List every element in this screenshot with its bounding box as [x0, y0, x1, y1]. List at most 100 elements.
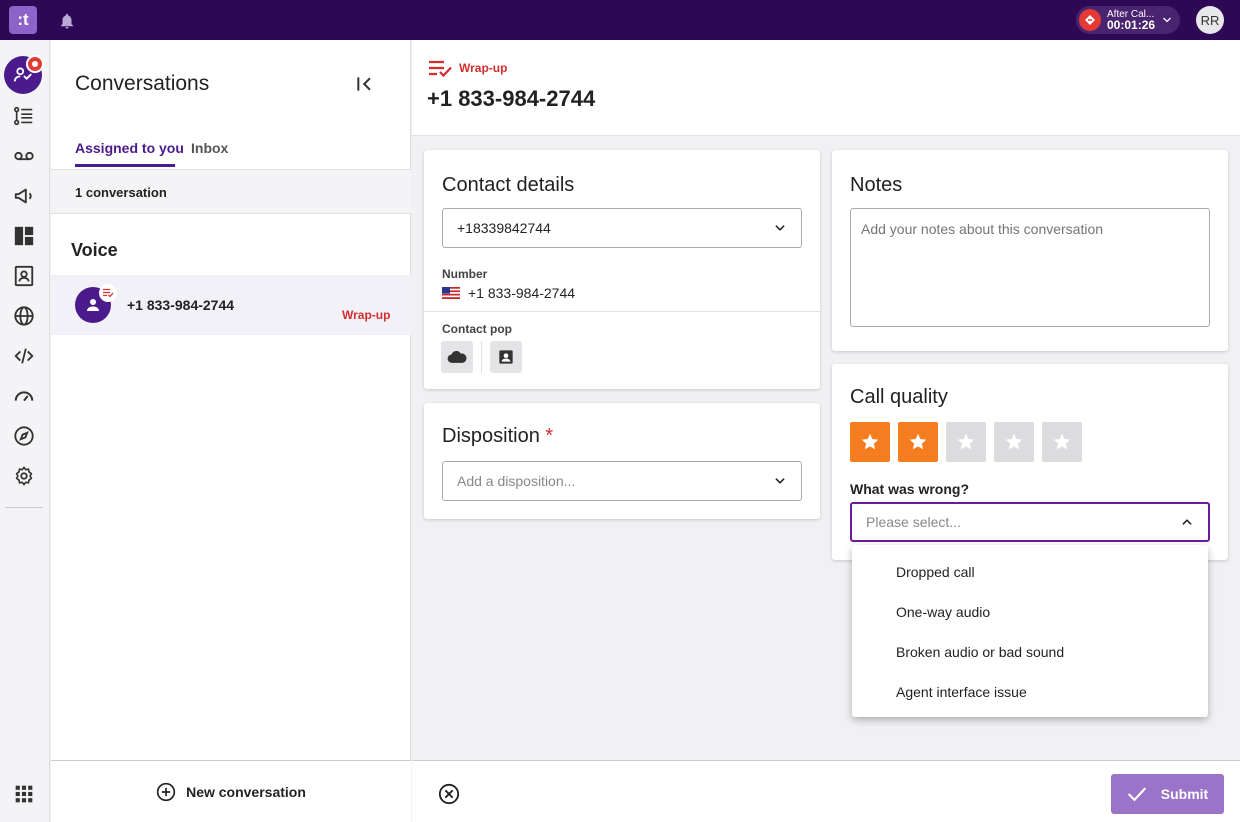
notification-badge	[26, 55, 44, 73]
rating-star-1[interactable]	[850, 422, 890, 462]
disposition-title-text: Disposition	[442, 425, 540, 447]
rating-star-2[interactable]	[898, 422, 938, 462]
tab-inbox[interactable]: Inbox	[191, 140, 228, 156]
settings-gear-icon	[15, 466, 33, 486]
contact-details-card: Contact details +18339842744 Number +1 8…	[424, 150, 820, 389]
conversations-panel: Conversations Assigned to you Inbox 1 co…	[51, 40, 411, 822]
app-logo[interactable]: :t	[9, 6, 37, 34]
issue-dropdown-menu: Dropped call One-way audio Broken audio …	[852, 545, 1208, 717]
contact-card-icon	[499, 350, 513, 364]
what-was-wrong-label: What was wrong?	[850, 481, 969, 497]
option-one-way-audio[interactable]: One-way audio	[896, 604, 990, 620]
salesforce-pop-button[interactable]	[441, 341, 473, 373]
top-bar: :t After Cal... 00:01:26 RR	[0, 0, 1240, 40]
new-conversation-label: New conversation	[186, 783, 306, 800]
rating-star-5[interactable]	[1042, 422, 1082, 462]
collapse-panel-icon[interactable]	[355, 74, 375, 94]
option-dropped-call[interactable]: Dropped call	[896, 564, 975, 580]
explore-compass-icon	[14, 426, 34, 446]
status-text: After Cal... 00:01:26	[1107, 9, 1155, 31]
add-circle-icon	[156, 782, 176, 801]
rating-star-4[interactable]	[994, 422, 1034, 462]
new-conversation-button[interactable]: New conversation	[51, 760, 411, 822]
rail-item-voicemail[interactable]	[12, 144, 36, 168]
tab-assigned-to-you[interactable]: Assigned to you	[75, 140, 184, 156]
agent-status-selector[interactable]: After Cal... 00:01:26	[1076, 6, 1180, 34]
rail-item-apps[interactable]	[12, 782, 36, 806]
rail-item-contacts[interactable]	[12, 264, 36, 288]
star-icon	[909, 433, 927, 450]
chevron-down-icon	[775, 478, 785, 484]
chevron-down-icon	[775, 225, 785, 231]
contact-details-title: Contact details	[442, 174, 575, 196]
contact-select[interactable]: +18339842744	[442, 208, 802, 248]
divider	[424, 311, 820, 312]
disposition-placeholder: Add a disposition...	[457, 473, 576, 489]
conversation-status: Wrap-up	[342, 308, 391, 322]
issue-select-placeholder: Please select...	[866, 514, 961, 530]
star-icon	[1005, 433, 1023, 450]
cloud-icon	[447, 351, 467, 363]
rail-item-performance[interactable]	[12, 384, 36, 408]
user-avatar[interactable]: RR	[1196, 6, 1224, 34]
call-quality-card: Call quality What was wrong? Please sele…	[832, 364, 1228, 560]
wrap-up-status: Wrap-up	[459, 61, 508, 75]
disposition-select[interactable]: Add a disposition...	[442, 461, 802, 501]
status-timer: 00:01:26	[1107, 18, 1156, 32]
star-icon	[861, 433, 879, 450]
us-flag-icon	[442, 287, 460, 299]
conversation-list-item[interactable]: +1 833-984-2744 Wrap-up	[51, 275, 411, 335]
disposition-title: Disposition *	[442, 425, 553, 448]
contact-pop-label: Contact pop	[442, 322, 512, 336]
wrap-up-icon	[429, 60, 452, 78]
notes-textarea[interactable]	[850, 208, 1210, 327]
divider	[481, 341, 482, 373]
number-value-row: +1 833-984-2744	[442, 285, 575, 301]
star-icon	[957, 433, 975, 450]
issue-select[interactable]: Please select...	[850, 502, 1210, 542]
notes-card: Notes	[832, 150, 1228, 351]
contact-card-pop-button[interactable]	[490, 341, 522, 373]
rail-divider	[5, 507, 43, 508]
rail-item-settings[interactable]	[12, 464, 36, 488]
navigation-rail	[0, 40, 50, 822]
performance-gauge-icon	[14, 391, 34, 402]
active-tab-indicator	[75, 164, 175, 167]
conversation-header: Wrap-up +1 833-984-2744	[412, 40, 1240, 136]
campaigns-icon	[14, 188, 32, 204]
disposition-card: Disposition * Add a disposition...	[424, 403, 820, 519]
rail-item-campaigns[interactable]	[12, 184, 36, 208]
tasks-list-icon	[14, 106, 33, 126]
rail-item-explore[interactable]	[12, 424, 36, 448]
star-icon	[1053, 433, 1071, 450]
option-broken-audio[interactable]: Broken audio or bad sound	[896, 644, 1064, 660]
wrap-up-badge	[99, 284, 117, 302]
contacts-icon	[14, 265, 34, 287]
option-agent-interface-issue[interactable]: Agent interface issue	[896, 684, 1027, 700]
action-footer: Submit	[412, 760, 1240, 822]
conversation-count: 1 conversation	[51, 169, 411, 214]
submit-button[interactable]: Submit	[1111, 774, 1224, 814]
number-label: Number	[442, 267, 488, 281]
close-circle-icon[interactable]	[438, 783, 460, 805]
bell-icon[interactable]	[58, 12, 76, 30]
rail-item-dashboard[interactable]	[12, 224, 36, 248]
submit-label: Submit	[1160, 786, 1209, 802]
notes-title: Notes	[850, 174, 903, 196]
number-value: +1 833-984-2744	[468, 285, 576, 301]
rail-item-tasks[interactable]	[12, 104, 36, 128]
code-icon	[14, 348, 34, 364]
status-indicator-icon	[1079, 9, 1101, 31]
wrap-up-icon	[103, 288, 114, 298]
rail-item-globe[interactable]	[12, 304, 36, 328]
person-icon	[87, 299, 99, 311]
voicemail-icon	[14, 151, 34, 161]
chevron-down-icon	[1163, 17, 1171, 23]
globe-icon	[14, 306, 34, 326]
chevron-up-icon	[1182, 519, 1192, 525]
conversation-number: +1 833-984-2744	[127, 297, 235, 313]
call-quality-title: Call quality	[850, 386, 948, 408]
rail-item-developer[interactable]	[12, 344, 36, 368]
rating-star-3[interactable]	[946, 422, 986, 462]
page-title: +1 833-984-2744	[427, 86, 596, 111]
